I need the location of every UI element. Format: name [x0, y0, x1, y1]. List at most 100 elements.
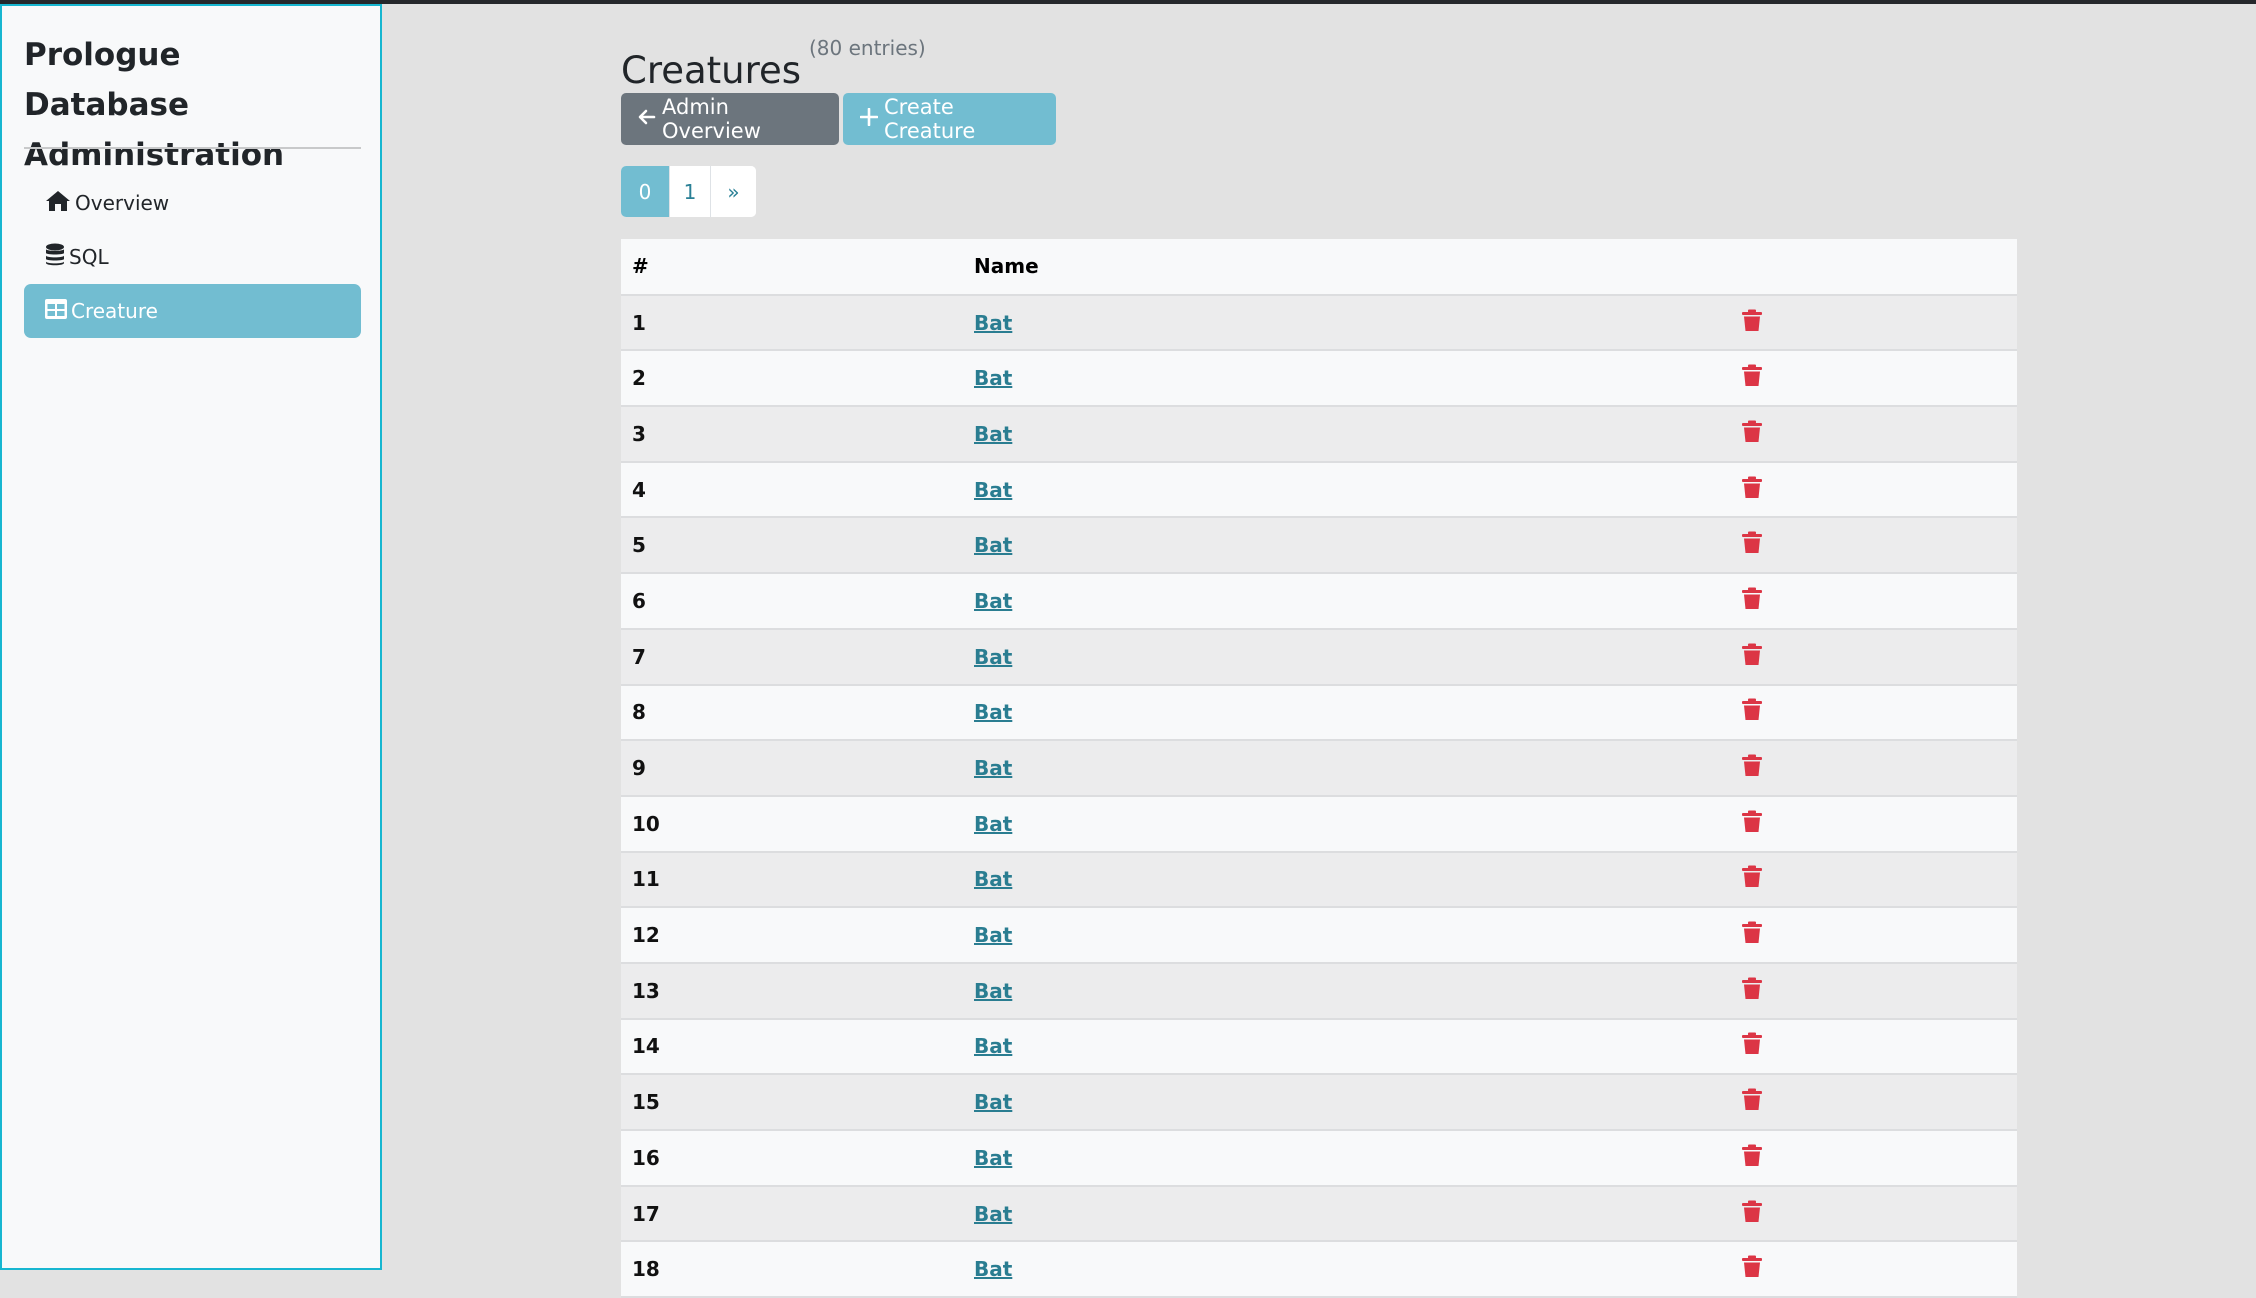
table-row: 10 Bat — [621, 795, 2017, 853]
sidebar: Prologue Database Administration Overvie… — [0, 4, 382, 1270]
row-id: 1 — [621, 294, 974, 352]
table-row: 15 Bat — [621, 1074, 2017, 1131]
admin-overview-button[interactable]: Admin Overview — [621, 93, 839, 145]
sidebar-item-sql[interactable]: SQL — [24, 230, 361, 284]
row-id: 6 — [621, 573, 974, 630]
creature-name-link[interactable]: Bat — [974, 589, 1012, 613]
trash-icon[interactable] — [1742, 476, 1762, 504]
table-row: 6 Bat — [621, 573, 2017, 630]
sidebar-item-label: Creature — [71, 299, 158, 323]
trash-icon[interactable] — [1742, 1255, 1762, 1283]
pagination: 0 1 » — [621, 166, 756, 217]
creature-name-link[interactable]: Bat — [974, 533, 1012, 557]
creature-name-link[interactable]: Bat — [974, 979, 1012, 1003]
table-icon — [45, 298, 71, 324]
creature-name-link[interactable]: Bat — [974, 1146, 1012, 1170]
column-header-id: # — [621, 239, 974, 296]
trash-icon[interactable] — [1742, 754, 1762, 782]
trash-icon[interactable] — [1742, 1200, 1762, 1228]
trash-icon[interactable] — [1742, 420, 1762, 448]
trash-icon[interactable] — [1742, 1144, 1762, 1172]
row-id: 13 — [621, 962, 974, 1020]
creature-name-link[interactable]: Bat — [974, 645, 1012, 669]
row-id: 11 — [621, 851, 974, 909]
table-row: 9 Bat — [621, 740, 2017, 797]
creature-name-link[interactable]: Bat — [974, 923, 1012, 947]
creature-name-link[interactable]: Bat — [974, 700, 1012, 724]
plus-icon — [859, 107, 884, 131]
row-id: 16 — [621, 1130, 974, 1187]
trash-icon[interactable] — [1742, 698, 1762, 726]
arrow-left-icon — [638, 107, 662, 131]
sidebar-item-creature[interactable]: Creature — [24, 284, 361, 338]
creature-name-link[interactable]: Bat — [974, 366, 1012, 390]
creature-name-link[interactable]: Bat — [974, 1034, 1012, 1058]
trash-icon[interactable] — [1742, 643, 1762, 671]
table-body: 1 Bat 2 Bat 3 Bat 4 Bat 5 Bat 6 Bat 7 Bat 8 Bat 9 Bat 10 Ba… — [621, 294, 2017, 1298]
table-row: 4 Bat — [621, 461, 2017, 519]
creature-name-link[interactable]: Bat — [974, 478, 1012, 502]
sidebar-item-label: SQL — [69, 245, 109, 269]
database-icon — [45, 243, 69, 272]
home-icon — [45, 190, 75, 217]
table-row: 3 Bat — [621, 406, 2017, 463]
table-row: 7 Bat — [621, 628, 2017, 686]
creature-name-link[interactable]: Bat — [974, 1090, 1012, 1114]
creature-name-link[interactable]: Bat — [974, 867, 1012, 891]
sidebar-item-overview[interactable]: Overview — [24, 176, 361, 230]
row-id: 5 — [621, 517, 974, 575]
creature-name-link[interactable]: Bat — [974, 311, 1012, 335]
creature-name-link[interactable]: Bat — [974, 1202, 1012, 1226]
trash-icon[interactable] — [1742, 1032, 1762, 1060]
trash-icon[interactable] — [1742, 921, 1762, 949]
row-id: 18 — [621, 1241, 974, 1298]
table-row: 1 Bat — [621, 294, 2017, 352]
page-title: Creatures — [621, 48, 802, 92]
trash-icon[interactable] — [1742, 1088, 1762, 1116]
trash-icon[interactable] — [1742, 309, 1762, 337]
row-id: 9 — [621, 740, 974, 797]
app-title: Prologue Database Administration — [24, 37, 285, 173]
table-row: 2 Bat — [621, 350, 2017, 408]
table-row: 14 Bat — [621, 1018, 2017, 1076]
row-id: 12 — [621, 907, 974, 964]
row-id: 15 — [621, 1074, 974, 1131]
creature-name-link[interactable]: Bat — [974, 756, 1012, 780]
create-creature-label: Create Creature — [884, 95, 976, 143]
row-id: 14 — [621, 1018, 974, 1076]
table-row: 13 Bat — [621, 962, 2017, 1020]
creatures-table: # Name 1 Bat 2 Bat 3 Bat 4 Bat 5 Bat 6 Bat 7 Bat 8 Bat 9… — [621, 239, 2017, 1298]
column-header-actions — [1742, 239, 2017, 296]
page-0-link[interactable]: 0 — [621, 166, 669, 217]
create-creature-button[interactable]: Create Creature — [843, 93, 1056, 145]
sidebar-divider — [24, 147, 361, 149]
table-row: 5 Bat — [621, 517, 2017, 575]
trash-icon[interactable] — [1742, 810, 1762, 838]
table-header-row: # Name — [621, 239, 2017, 296]
creature-name-link[interactable]: Bat — [974, 812, 1012, 836]
table-row: 11 Bat — [621, 851, 2017, 909]
row-id: 10 — [621, 795, 974, 853]
column-header-name: Name — [974, 239, 1742, 296]
entry-count: (80 entries) — [809, 36, 926, 60]
next-page-link[interactable]: » — [710, 166, 756, 217]
creature-name-link[interactable]: Bat — [974, 1257, 1012, 1281]
row-id: 7 — [621, 628, 974, 686]
table-row: 17 Bat — [621, 1185, 2017, 1243]
creature-name-link[interactable]: Bat — [974, 422, 1012, 446]
admin-overview-label: Admin Overview — [662, 95, 761, 143]
table-row: 8 Bat — [621, 684, 2017, 742]
row-id: 3 — [621, 406, 974, 463]
table-row: 12 Bat — [621, 907, 2017, 964]
trash-icon[interactable] — [1742, 364, 1762, 392]
row-id: 17 — [621, 1185, 974, 1243]
trash-icon[interactable] — [1742, 587, 1762, 615]
page-1-link[interactable]: 1 — [669, 166, 710, 217]
row-id: 4 — [621, 461, 974, 519]
trash-icon[interactable] — [1742, 531, 1762, 559]
table-row: 16 Bat — [621, 1130, 2017, 1187]
trash-icon[interactable] — [1742, 865, 1762, 893]
trash-icon[interactable] — [1742, 977, 1762, 1005]
table-row: 18 Bat — [621, 1241, 2017, 1298]
row-id: 8 — [621, 684, 974, 742]
